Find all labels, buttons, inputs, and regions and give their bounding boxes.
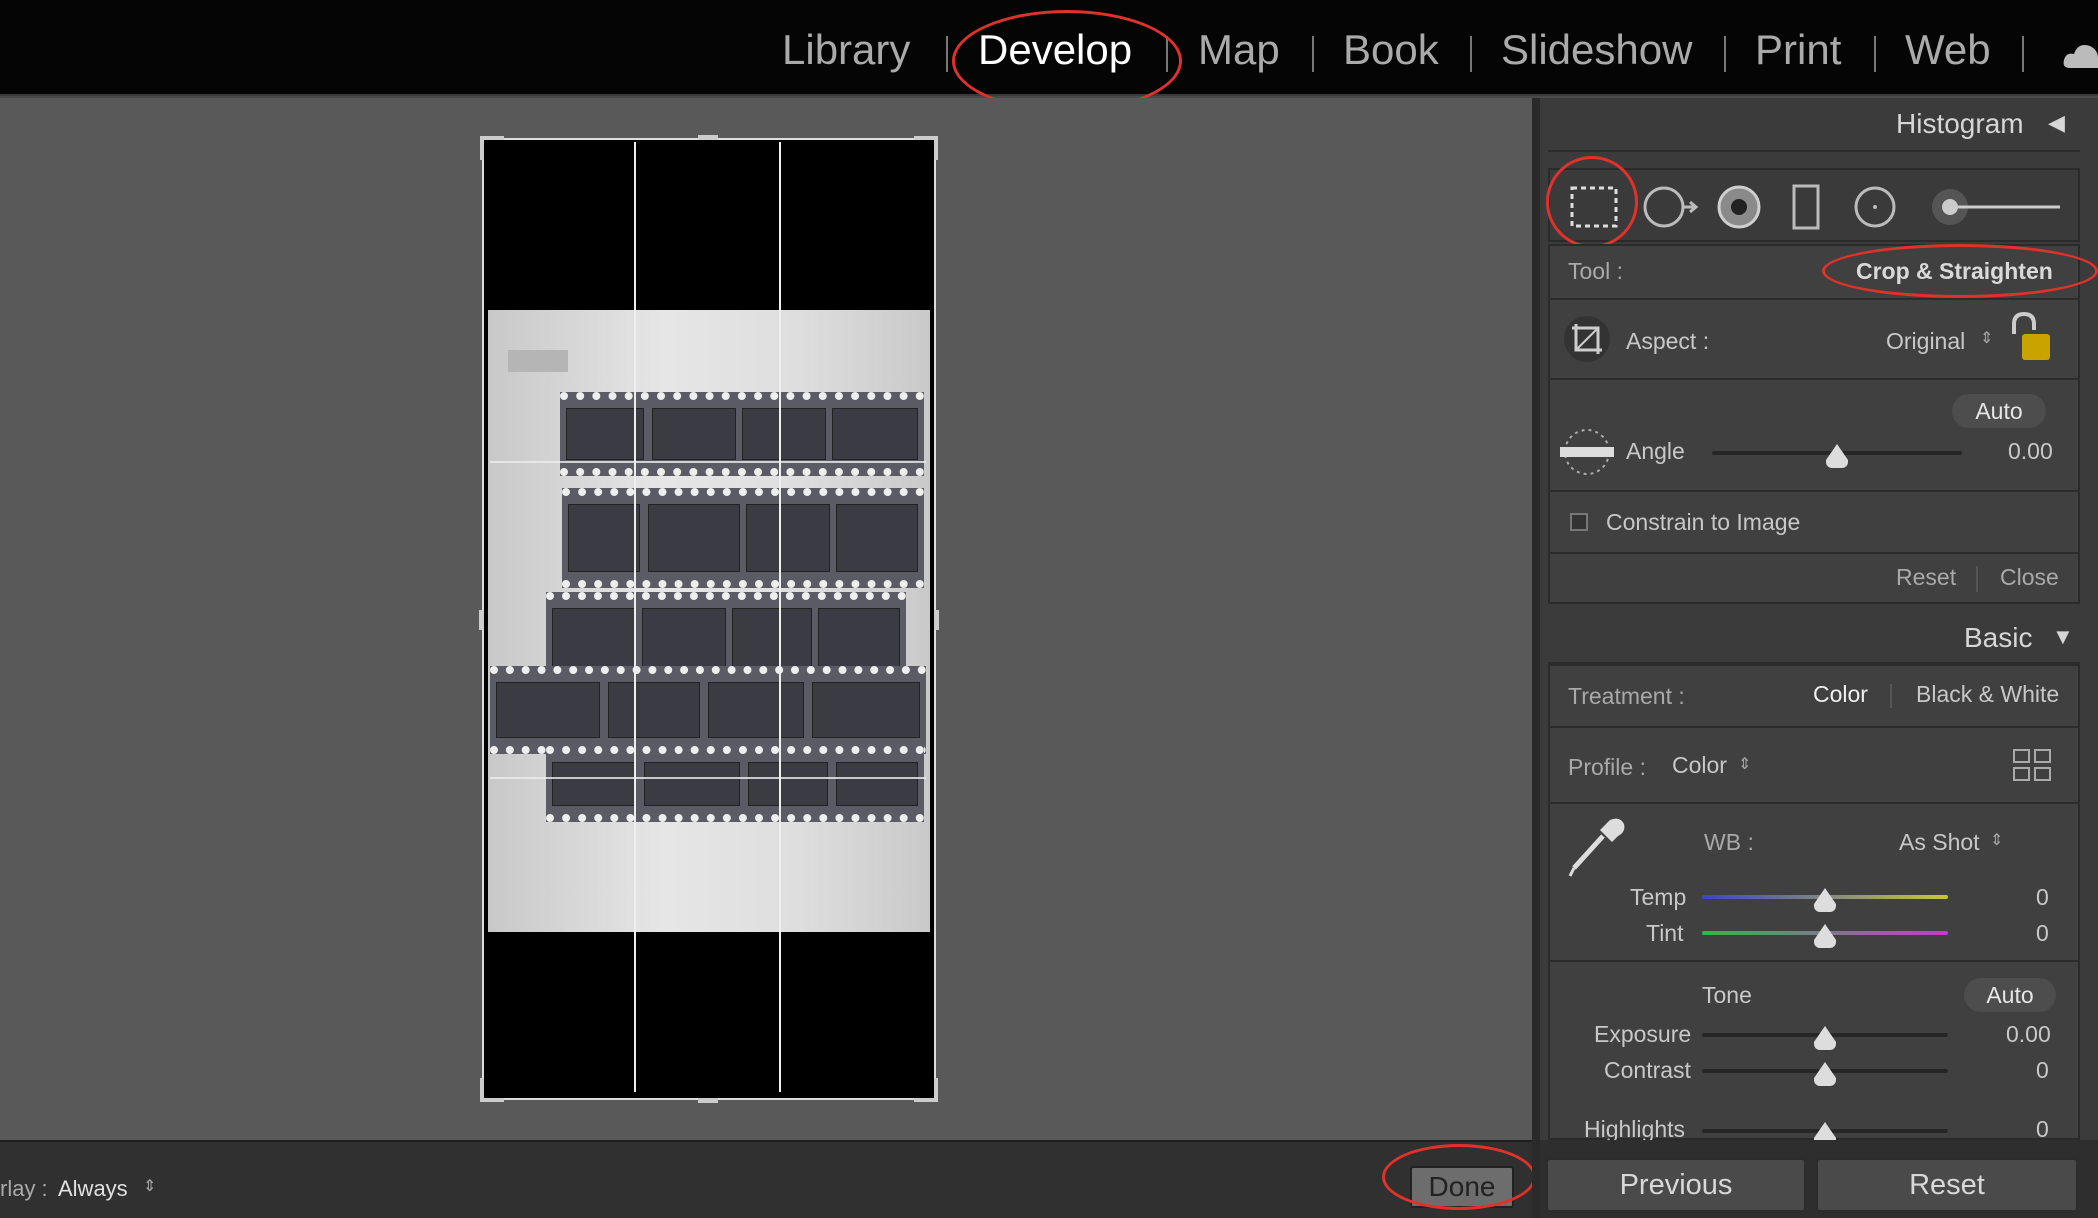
module-picker: Library Develop Map Book Slideshow Print… bbox=[0, 0, 2098, 96]
spot-removal-icon[interactable] bbox=[1642, 184, 1700, 230]
eyedropper-icon[interactable] bbox=[1568, 814, 1628, 878]
module-separator bbox=[1312, 36, 1314, 72]
crop-overlay-icon[interactable] bbox=[1570, 186, 1618, 228]
tool-label: Tool : bbox=[1568, 258, 1623, 284]
toolbar: rlay : Always ⇕ Done bbox=[0, 1140, 1532, 1218]
basic-title[interactable]: Basic bbox=[1964, 622, 2032, 654]
wb-label: WB : bbox=[1704, 829, 1754, 855]
histogram-title[interactable]: Histogram bbox=[1896, 108, 2024, 140]
tone-auto-button[interactable]: Auto bbox=[1964, 978, 2056, 1012]
temp-slider-thumb[interactable] bbox=[1814, 888, 1836, 912]
crop-close-button[interactable]: Close bbox=[2000, 562, 2059, 592]
panel-divider-line bbox=[1548, 298, 2080, 300]
exposure-slider-thumb[interactable] bbox=[1814, 1026, 1836, 1050]
profile-label: Profile : bbox=[1568, 754, 1646, 780]
crop-handle-bottom-left[interactable] bbox=[480, 1078, 484, 1102]
module-separator bbox=[946, 36, 948, 72]
constrain-checkbox[interactable] bbox=[1570, 513, 1588, 531]
exposure-value[interactable]: 0.00 bbox=[2006, 1019, 2051, 1049]
angle-value[interactable]: 0.00 bbox=[2008, 436, 2053, 466]
crop-handle-top-left[interactable] bbox=[480, 136, 484, 160]
panel-divider-line bbox=[1548, 726, 2080, 728]
angle-auto-button[interactable]: Auto bbox=[1952, 394, 2046, 428]
crop-handle-bottom-right[interactable] bbox=[934, 1078, 938, 1102]
aspect-label: Aspect : bbox=[1626, 328, 1710, 354]
panel-divider-line bbox=[1548, 490, 2080, 492]
angle-slider-thumb[interactable] bbox=[1826, 444, 1848, 468]
radial-filter-icon[interactable] bbox=[1852, 184, 1898, 230]
tool-value: Crop & Straighten bbox=[1856, 258, 2053, 284]
stepper-arrows-icon: ⇕ bbox=[143, 1178, 157, 1195]
panel-divider-line bbox=[1548, 802, 2080, 804]
treatment-bw-button[interactable]: Black & White bbox=[1916, 679, 2059, 709]
module-separator bbox=[1874, 36, 1876, 72]
tint-slider-thumb[interactable] bbox=[1814, 924, 1836, 948]
highlights-slider-thumb[interactable] bbox=[1814, 1122, 1836, 1146]
tool-strip bbox=[1548, 168, 2080, 242]
temp-value[interactable]: 0 bbox=[2036, 882, 2049, 912]
overlay-label: rlay : bbox=[0, 1176, 48, 1201]
panel-divider-line bbox=[1548, 378, 2080, 380]
temp-label: Temp bbox=[1630, 884, 1687, 910]
panel-divider-line bbox=[1548, 960, 2080, 962]
panel-divider-line bbox=[1548, 150, 2080, 152]
profile-select[interactable]: Color bbox=[1672, 750, 1727, 780]
graduated-filter-icon[interactable] bbox=[1790, 184, 1822, 230]
aspect-select[interactable]: Original bbox=[1886, 326, 1965, 356]
reset-button[interactable]: Reset bbox=[1816, 1158, 2078, 1212]
module-separator bbox=[1724, 36, 1726, 72]
exposure-label: Exposure bbox=[1594, 1021, 1692, 1047]
stepper-arrows-icon: ⇕ bbox=[1980, 330, 1994, 347]
tone-label: Tone bbox=[1702, 982, 1752, 1008]
basic-collapse-icon[interactable]: ▼ bbox=[2052, 624, 2074, 650]
contrast-slider-thumb[interactable] bbox=[1814, 1062, 1836, 1086]
separator bbox=[1890, 684, 1892, 708]
module-web[interactable]: Web bbox=[1905, 22, 1991, 78]
adjustment-brush-icon[interactable] bbox=[1928, 184, 2064, 230]
histogram-collapse-icon[interactable]: ◀ bbox=[2048, 110, 2065, 136]
tint-value[interactable]: 0 bbox=[2036, 918, 2049, 948]
module-map[interactable]: Map bbox=[1198, 22, 1280, 78]
separator bbox=[1976, 566, 1978, 592]
crop-handle-left[interactable] bbox=[479, 610, 484, 630]
crop-frame[interactable] bbox=[482, 138, 936, 1100]
module-separator bbox=[1470, 36, 1472, 72]
crop-aspect-icon[interactable] bbox=[1562, 314, 1612, 364]
contrast-value[interactable]: 0 bbox=[2036, 1055, 2049, 1085]
overlay-select[interactable]: Always bbox=[58, 1174, 128, 1204]
module-library[interactable]: Library bbox=[782, 22, 910, 78]
module-print[interactable]: Print bbox=[1755, 22, 1841, 78]
stepper-arrows-icon: ⇕ bbox=[1990, 832, 2004, 849]
module-book[interactable]: Book bbox=[1343, 22, 1439, 78]
module-develop[interactable]: Develop bbox=[978, 22, 1132, 78]
unlocked-lock-icon[interactable] bbox=[2008, 312, 2052, 362]
tint-label: Tint bbox=[1646, 920, 1684, 946]
panel-divider-line bbox=[1548, 552, 2080, 554]
treatment-color-button[interactable]: Color bbox=[1813, 679, 1868, 709]
module-separator bbox=[1166, 36, 1168, 72]
previous-button[interactable]: Previous bbox=[1546, 1158, 1806, 1212]
module-slideshow[interactable]: Slideshow bbox=[1501, 22, 1692, 78]
module-separator bbox=[2022, 36, 2024, 72]
angle-label: Angle bbox=[1626, 438, 1685, 464]
red-eye-icon[interactable] bbox=[1716, 184, 1762, 230]
crop-reset-button[interactable]: Reset bbox=[1896, 562, 1956, 592]
cloud-icon[interactable] bbox=[2062, 38, 2098, 70]
crop-handle-bottom[interactable] bbox=[698, 1098, 718, 1103]
contrast-label: Contrast bbox=[1604, 1057, 1691, 1083]
crop-handle-top-right[interactable] bbox=[934, 136, 938, 160]
stepper-arrows-icon: ⇕ bbox=[1738, 756, 1752, 773]
wb-select[interactable]: As Shot bbox=[1899, 827, 1980, 857]
crop-handle-top[interactable] bbox=[698, 135, 718, 140]
crop-handle-right[interactable] bbox=[934, 610, 939, 630]
done-button[interactable]: Done bbox=[1410, 1166, 1514, 1208]
profile-browser-icon[interactable] bbox=[2012, 748, 2052, 782]
constrain-label[interactable]: Constrain to Image bbox=[1606, 507, 1800, 537]
straighten-tool-icon[interactable] bbox=[1558, 426, 1616, 478]
treatment-label: Treatment : bbox=[1568, 683, 1685, 709]
